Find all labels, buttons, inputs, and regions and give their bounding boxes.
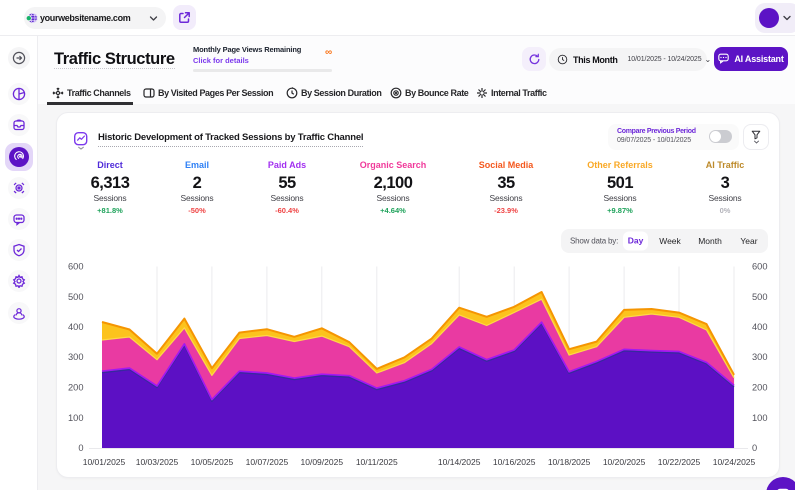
svg-text:10/20/2025: 10/20/2025 [602,457,645,467]
svg-text:10/11/2025: 10/11/2025 [355,457,397,467]
svg-text:10/05/2025: 10/05/2025 [190,457,233,467]
svg-text:10/22/2025: 10/22/2025 [657,457,700,467]
svg-text:600: 600 [67,262,83,272]
svg-text:10/07/2025: 10/07/2025 [245,457,288,467]
svg-text:10/18/2025: 10/18/2025 [547,457,590,467]
svg-text:100: 100 [67,413,83,423]
svg-text:200: 200 [752,383,768,393]
svg-text:10/01/2025: 10/01/2025 [82,457,125,467]
svg-text:600: 600 [752,262,768,272]
svg-text:400: 400 [67,322,83,332]
svg-text:400: 400 [752,322,768,332]
svg-text:0: 0 [752,443,757,453]
svg-text:500: 500 [67,292,83,302]
svg-text:10/14/2025: 10/14/2025 [437,457,480,467]
svg-text:500: 500 [752,292,768,302]
svg-text:200: 200 [67,383,83,393]
svg-text:10/09/2025: 10/09/2025 [300,457,343,467]
svg-text:10/03/2025: 10/03/2025 [135,457,178,467]
svg-text:0: 0 [78,443,83,453]
svg-text:10/24/2025: 10/24/2025 [712,457,755,467]
svg-text:300: 300 [752,352,768,362]
svg-text:300: 300 [67,352,83,362]
svg-text:100: 100 [752,413,768,423]
svg-text:10/16/2025: 10/16/2025 [492,457,535,467]
